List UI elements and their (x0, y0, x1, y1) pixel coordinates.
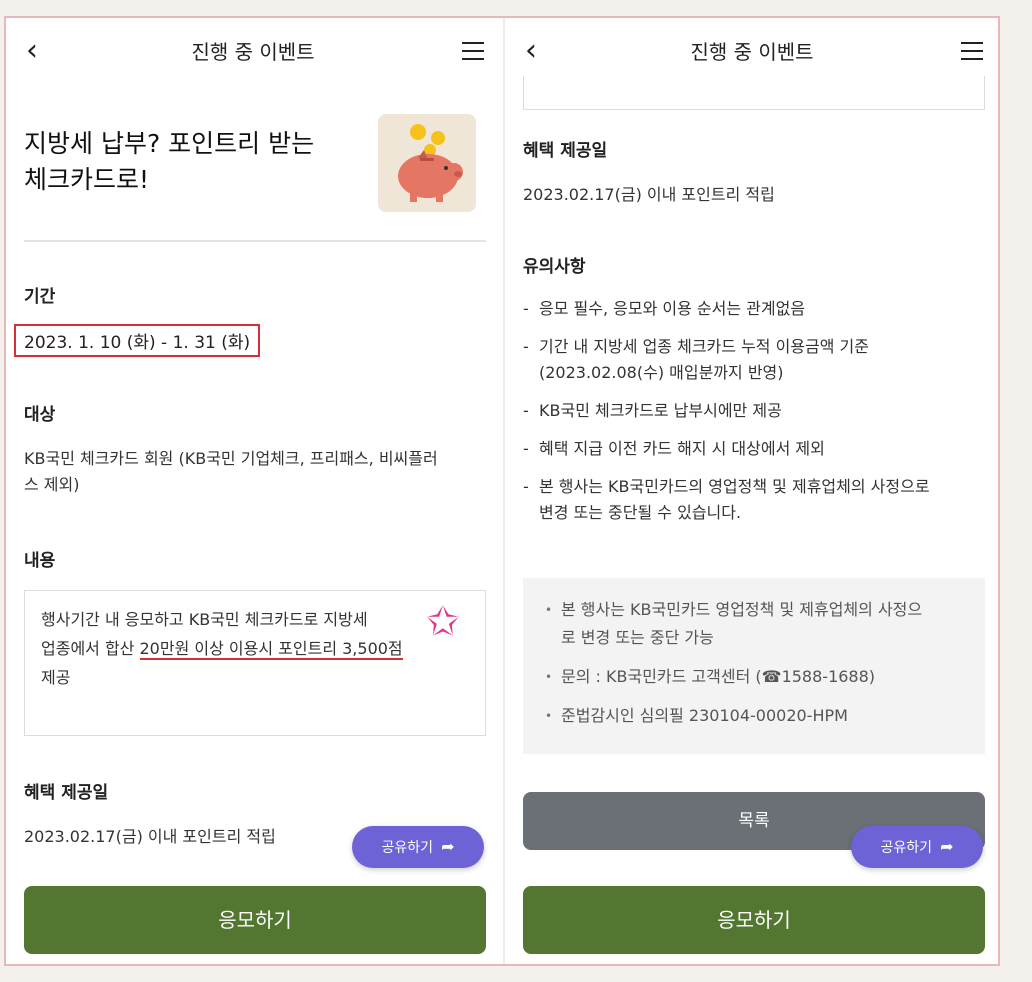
benefit-label: 혜택 제공일 (523, 141, 608, 161)
share-arrow-icon: ➦ (940, 837, 954, 856)
precaution-item: 응모 필수, 응모와 이용 순서는 관계없음 (523, 296, 993, 322)
precaution-item: KB국민 체크카드로 납부시에만 제공 (523, 398, 993, 424)
content-label: 내용 (24, 551, 56, 571)
share-label: 공유하기 (880, 840, 933, 856)
content-box: 행사기간 내 응모하고 KB국민 체크카드로 지방세 업종에서 합산 20만원 … (24, 590, 486, 736)
scrolled-content-box (523, 76, 985, 110)
content-line-3: 제공 (41, 668, 71, 687)
content-line-2-prefix: 업종에서 합산 (41, 639, 140, 658)
period-value-highlight: 2023. 1. 10 (화) - 1. 31 (화) (14, 324, 261, 357)
target-value: KB국민 체크카드 회원 (KB국민 기업체크, 프리패스, 비씨플러스 제외) (24, 449, 438, 494)
share-button[interactable]: 공유하기 ➦ (352, 826, 484, 868)
hamburger-menu-icon[interactable] (462, 42, 484, 60)
precautions-label: 유의사항 (523, 257, 586, 277)
precaution-item: 본 행사는 KB국민카드의 영업정책 및 제휴업체의 사정으로 변경 또는 중단… (523, 474, 933, 526)
precaution-item: 혜택 지급 이전 카드 해지 시 대상에서 제외 (523, 436, 993, 462)
benefit-value: 2023.02.17(금) 이내 포인트리 적립 (24, 827, 276, 846)
header-title: 진행 중 이벤트 (690, 40, 814, 64)
right-screen: ‹ 진행 중 이벤트 혜택 제공일 2023.02.17(금) 이내 포인트리 … (505, 18, 998, 964)
piggy-bank-icon (378, 114, 476, 212)
header: ‹ 진행 중 이벤트 (6, 18, 500, 84)
star-annotation-icon: ✩ (426, 599, 460, 645)
event-title: 지방세 납부? 포인트리 받는 체크카드로! (24, 129, 315, 194)
notice-item: 본 행사는 KB국민카드 영업정책 및 제휴업체의 사정으로 변경 또는 중단 … (543, 596, 923, 652)
share-arrow-icon: ➦ (441, 837, 455, 856)
notice-box: 본 행사는 KB국민카드 영업정책 및 제휴업체의 사정으로 변경 또는 중단 … (523, 578, 985, 754)
benefit-value: 2023.02.17(금) 이내 포인트리 적립 (523, 185, 775, 204)
share-label: 공유하기 (381, 840, 434, 856)
apply-button[interactable]: 응모하기 (24, 886, 486, 954)
precaution-item: 기간 내 지방세 업종 체크카드 누적 이용금액 기준 (2023.02.08(… (523, 334, 943, 386)
left-screen: ‹ 진행 중 이벤트 지방세 납부? 포인트리 받는 체크카드로! 기간 202… (6, 18, 500, 964)
header-title: 진행 중 이벤트 (191, 40, 315, 64)
share-button[interactable]: 공유하기 ➦ (851, 826, 983, 868)
target-label: 대상 (24, 405, 56, 425)
notice-item: 문의 : KB국민카드 고객센터 (☎1588-1688) (543, 663, 965, 691)
precautions-list: 응모 필수, 응모와 이용 순서는 관계없음 기간 내 지방세 업종 체크카드 … (523, 296, 993, 538)
content-line-2: 업종에서 합산 20만원 이상 이용시 포인트리 3,500점 (41, 634, 469, 663)
period-value: 2023. 1. 10 (화) - 1. 31 (화) (24, 333, 251, 353)
benefit-label: 혜택 제공일 (24, 783, 109, 803)
hamburger-menu-icon[interactable] (961, 42, 983, 60)
notice-item: 준법감시인 심의필 230104-00020-HPM (543, 702, 965, 730)
period-label: 기간 (24, 287, 56, 307)
content-line-1: 행사기간 내 응모하고 KB국민 체크카드로 지방세 (41, 610, 368, 629)
header: ‹ 진행 중 이벤트 (505, 18, 998, 84)
screenshot-frame: ‹ 진행 중 이벤트 지방세 납부? 포인트리 받는 체크카드로! 기간 202… (4, 16, 1000, 966)
apply-button[interactable]: 응모하기 (523, 886, 985, 954)
content-highlight: 20만원 이상 이용시 포인트리 3,500점 (139, 639, 403, 660)
divider (24, 240, 486, 242)
